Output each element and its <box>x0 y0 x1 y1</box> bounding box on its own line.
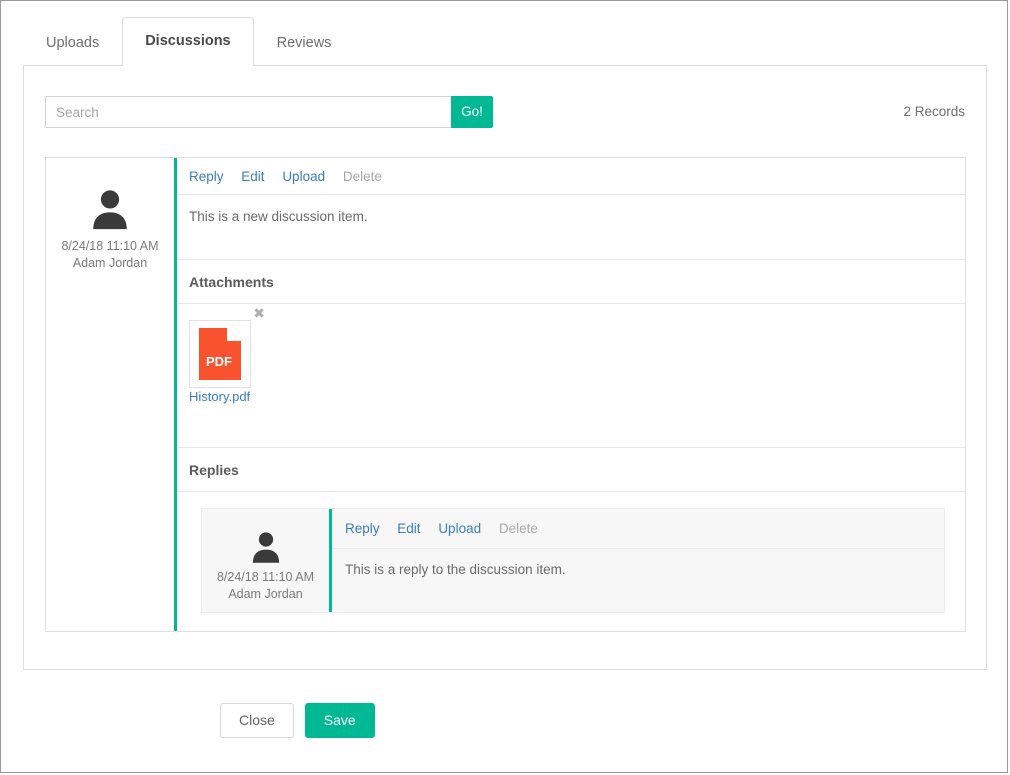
tab-discussions-label: Discussions <box>145 33 231 49</box>
discussion-item: 8/24/18 11:10 AM Adam Jordan Reply Edit … <box>45 157 966 632</box>
reply-action-bar: Reply Edit Upload Delete <box>332 509 944 549</box>
discussion-reply-link[interactable]: Reply <box>189 169 224 184</box>
discussion-author-timestamp: 8/24/18 11:10 AM <box>61 239 159 253</box>
tab-uploads-label: Uploads <box>46 35 100 51</box>
footer-actions: Close Save <box>220 703 375 738</box>
replies-heading: Replies <box>177 448 965 492</box>
tab-reviews-label: Reviews <box>276 35 332 51</box>
discussion-delete-link: Delete <box>342 169 382 184</box>
discussions-panel: Go! 2 Records 8/24/18 11:10 AM Adam Jord… <box>23 65 987 670</box>
reply-author-column: 8/24/18 11:10 AM Adam Jordan <box>202 509 332 612</box>
pdf-file-icon: PDF <box>199 328 241 380</box>
discussion-author-name: Adam Jordan <box>72 256 148 270</box>
search-row: Go! 2 Records <box>45 96 965 128</box>
tab-discussions[interactable]: Discussions <box>122 17 254 66</box>
attachment-item: ✖ PDF History.pdf <box>189 306 265 406</box>
tab-reviews[interactable]: Reviews <box>254 18 355 66</box>
search-go-button[interactable]: Go! <box>451 96 493 128</box>
reply-delete-link: Delete <box>498 521 538 536</box>
tab-strip: Uploads Discussions Reviews <box>23 17 987 66</box>
tab-uploads[interactable]: Uploads <box>23 18 122 66</box>
avatar-icon <box>93 190 127 230</box>
svg-text:PDF: PDF <box>206 354 232 369</box>
discussion-body-column: Reply Edit Upload Delete This is a new d… <box>177 158 965 631</box>
app-window: Uploads Discussions Reviews Go! 2 Record… <box>0 0 1008 773</box>
attachment-thumbnail[interactable]: PDF <box>189 320 251 388</box>
discussion-author-column: 8/24/18 11:10 AM Adam Jordan <box>46 158 177 631</box>
remove-attachment-icon[interactable]: ✖ <box>253 306 265 320</box>
reply-item: 8/24/18 11:10 AM Adam Jordan Reply Edit … <box>201 508 945 613</box>
discussion-message-text: This is a new discussion item. <box>177 195 965 260</box>
reply-message-text: This is a reply to the discussion item. <box>345 562 566 577</box>
reply-body-column: Reply Edit Upload Delete This is a reply… <box>332 509 944 612</box>
replies-area: 8/24/18 11:10 AM Adam Jordan Reply Edit … <box>177 492 965 631</box>
search-group: Go! <box>45 96 493 128</box>
avatar-icon <box>252 532 279 563</box>
attachments-heading: Attachments <box>177 260 965 304</box>
reply-author-timestamp: 8/24/18 11:10 AM <box>216 570 315 584</box>
reply-edit-link[interactable]: Edit <box>397 521 420 536</box>
close-button[interactable]: Close <box>220 703 294 738</box>
record-count-label: 2 Records <box>903 104 965 119</box>
attachment-filename-link[interactable]: History.pdf <box>189 389 250 404</box>
discussion-edit-link[interactable]: Edit <box>241 169 264 184</box>
search-input[interactable] <box>45 96 451 128</box>
reply-author-name: Adam Jordan <box>228 587 303 601</box>
reply-reply-link[interactable]: Reply <box>345 521 380 536</box>
save-button[interactable]: Save <box>304 703 375 738</box>
reply-upload-link[interactable]: Upload <box>438 521 481 536</box>
attachments-area: ✖ PDF History.pdf <box>177 304 965 448</box>
discussion-upload-link[interactable]: Upload <box>282 169 325 184</box>
discussion-action-bar: Reply Edit Upload Delete <box>177 158 965 195</box>
